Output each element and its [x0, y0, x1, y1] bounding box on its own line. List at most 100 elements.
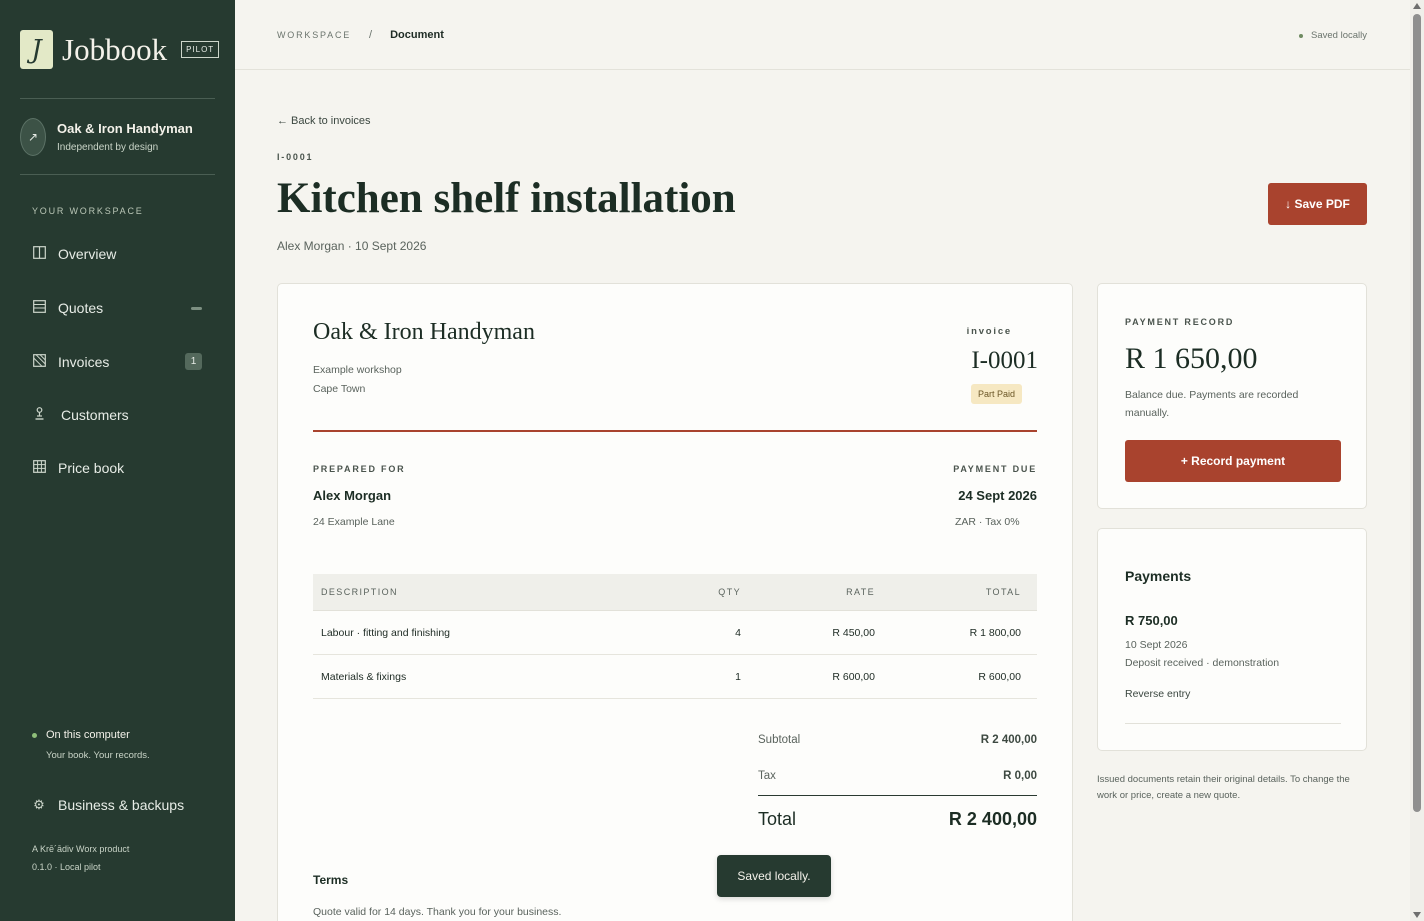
document-business-address: Example workshop Cape Town	[313, 361, 402, 399]
document-number-large: I-0001	[971, 347, 1038, 374]
sidebar-item-label: Business & backups	[58, 797, 185, 813]
column-header: TOTAL	[985, 587, 1021, 597]
save-status: Saved locally	[1299, 30, 1367, 41]
sidebar-item-customers[interactable]: Customers	[32, 403, 204, 427]
invoices-count-badge: 1	[185, 353, 202, 370]
payment-description: Deposit received · demonstration	[1125, 657, 1280, 669]
sidebar-item-label: Customers	[61, 407, 129, 423]
local-storage-subtitle: Your book. Your records.	[46, 750, 150, 761]
columns-icon	[32, 246, 46, 262]
status-dot-icon	[32, 732, 37, 738]
subtotal-value: R 2 400,00	[980, 734, 1037, 746]
gear-icon: ⚙	[33, 797, 45, 812]
item-total: R 600,00	[978, 670, 1021, 683]
sidebar-item-label: Price book	[58, 460, 125, 476]
table-row: Materials & fixings 1 R 600,00 R 600,00	[313, 655, 1037, 699]
sidebar-divider	[20, 174, 215, 175]
sidebar-divider	[20, 98, 215, 99]
sidebar: J Jobbook PILOT ↗ Oak & Iron Handyman In…	[0, 0, 235, 921]
subtotal-row: Subtotal R 2 400,00	[758, 734, 1037, 746]
brand[interactable]: J Jobbook PILOT	[20, 30, 220, 69]
terms-text: Quote valid for 14 days. Thank you for y…	[313, 906, 562, 918]
breadcrumb: WORKSPACE / Document	[277, 29, 444, 41]
document-kind: invoice	[966, 326, 1012, 337]
column-header: DESCRIPTION	[321, 587, 398, 597]
tax-label: Tax	[758, 770, 776, 782]
sidebar-item-label: Overview	[58, 246, 117, 262]
invoice-hatched-icon	[32, 354, 46, 370]
record-payment-button[interactable]: + Record payment	[1125, 440, 1341, 482]
business-switcher[interactable]: ↗ Oak & Iron Handyman Independent by des…	[20, 118, 193, 156]
prepared-for-label: PREPARED FOR	[313, 464, 406, 474]
local-storage-status: On this computer Your book. Your records…	[32, 729, 150, 761]
scroll-down-icon[interactable]	[1413, 912, 1421, 918]
total-row: Total R 2 400,00	[758, 809, 1037, 830]
total-value: R 2 400,00	[948, 809, 1037, 829]
scrollbar-thumb[interactable]	[1413, 14, 1421, 812]
item-qty: 1	[735, 670, 741, 683]
payment-due-label: PAYMENT DUE	[953, 464, 1037, 474]
document-divider	[313, 430, 1037, 432]
sidebar-item-invoices[interactable]: Invoices 1	[32, 350, 204, 374]
currency-tax-info: ZAR · Tax 0%	[955, 516, 1020, 528]
grid-icon	[32, 460, 46, 476]
business-tagline: Independent by design	[57, 142, 159, 153]
terms-heading: Terms	[313, 873, 349, 887]
item-total: R 1 800,00	[969, 626, 1021, 639]
column-header: RATE	[846, 587, 875, 597]
scroll-up-icon[interactable]	[1413, 3, 1421, 9]
toast-notification: Saved locally.	[717, 855, 831, 897]
sidebar-item-label: Invoices	[58, 354, 110, 370]
page-subtitle: Alex Morgan · 10 Sept 2026	[277, 239, 427, 253]
product-credit: A Krē´ādiv Worx product	[32, 844, 130, 854]
status-dot-icon	[1299, 33, 1304, 38]
sidebar-item-price-book[interactable]: Price book	[32, 456, 204, 480]
product-version: 0.1.0 · Local pilot	[32, 862, 101, 872]
breadcrumb-separator: /	[369, 29, 373, 41]
address-line: Example workshop	[313, 364, 402, 376]
table-row: Labour · fitting and finishing 4 R 450,0…	[313, 611, 1037, 655]
top-bar: WORKSPACE / Document Saved locally	[235, 0, 1410, 70]
back-to-invoices-link[interactable]: ← Back to invoices	[277, 115, 371, 127]
breadcrumb-workspace[interactable]: WORKSPACE	[277, 30, 351, 40]
table-header: DESCRIPTION QTY RATE TOTAL	[313, 574, 1037, 611]
client-name: Alex Morgan	[313, 488, 392, 503]
sidebar-item-quotes[interactable]: Quotes	[32, 296, 204, 320]
column-header: QTY	[718, 587, 741, 597]
sidebar-item-business-backups[interactable]: ⚙ Business & backups	[32, 797, 184, 813]
scrollbar[interactable]	[1410, 0, 1424, 921]
save-status-text: Saved locally	[1311, 30, 1367, 41]
invoice-document: Oak & Iron Handyman Example workshop Cap…	[277, 283, 1073, 921]
brand-name: Jobbook	[62, 31, 168, 67]
client-address: 24 Example Lane	[313, 516, 395, 528]
item-qty: 4	[735, 626, 741, 639]
product-meta: A Krē´ādiv Worx product 0.1.0 · Local pi…	[32, 840, 129, 876]
payment-amount: R 750,00	[1125, 613, 1178, 628]
line-items-table: DESCRIPTION QTY RATE TOTAL Labour · fitt…	[313, 574, 1037, 699]
item-rate: R 600,00	[832, 670, 875, 683]
document-business-name: Oak & Iron Handyman	[313, 319, 535, 345]
item-description: Materials & fixings	[321, 670, 407, 683]
breadcrumb-current: Document	[390, 29, 444, 41]
status-badge: Part Paid	[970, 384, 1022, 404]
address-line: Cape Town	[313, 383, 366, 395]
sidebar-item-overview[interactable]: Overview	[32, 242, 204, 266]
issued-document-note: Issued documents retain their original d…	[1097, 774, 1350, 801]
item-rate: R 450,00	[832, 626, 875, 639]
workspace-section-label: YOUR WORKSPACE	[32, 206, 144, 216]
tax-value: R 0,00	[1003, 770, 1037, 782]
business-name: Oak & Iron Handyman	[57, 121, 193, 136]
item-description: Labour · fitting and finishing	[321, 626, 450, 639]
reverse-entry-link[interactable]: Reverse entry	[1125, 688, 1190, 700]
page-title: Kitchen shelf installation	[277, 175, 736, 222]
save-pdf-button[interactable]: ↓ Save PDF	[1268, 183, 1367, 225]
local-storage-title: On this computer	[46, 729, 130, 741]
quotes-indicator	[191, 307, 202, 310]
subtotal-label: Subtotal	[758, 734, 801, 746]
payment-divider	[1125, 723, 1341, 724]
payments-card: Payments R 750,00 10 Sept 2026 Deposit r…	[1097, 528, 1367, 751]
document-lines-icon	[32, 300, 46, 316]
brand-logo-icon: J	[20, 30, 53, 69]
balance-amount: R 1 650,00	[1125, 342, 1258, 375]
payment-record-label: PAYMENT RECORD	[1125, 317, 1235, 327]
